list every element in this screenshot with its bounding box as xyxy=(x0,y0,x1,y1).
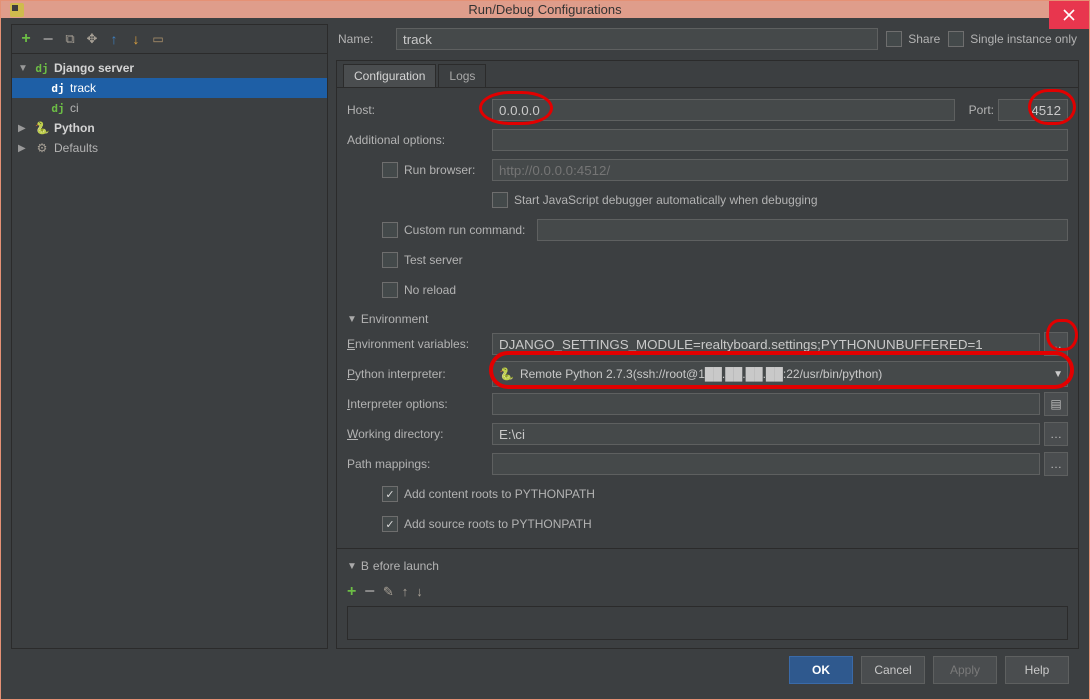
django-icon: dj xyxy=(50,80,66,96)
add-content-roots-checkbox[interactable]: ✓Add content roots to PYTHONPATH xyxy=(382,486,595,502)
tree-label: ci xyxy=(70,101,79,115)
run-debug-dialog: Run/Debug Configurations + − ⧉ ✥ ↑ ↓ ▭ xyxy=(0,0,1090,700)
interp-options-expand-button[interactable]: ▤ xyxy=(1044,392,1068,416)
gear-icon: ⚙ xyxy=(34,140,50,156)
before-launch-label: efore launch xyxy=(373,559,439,573)
env-vars-browse-button[interactable]: … xyxy=(1044,332,1068,356)
python-icon: 🐍 xyxy=(499,367,514,381)
before-launch-down-button[interactable]: ↓ xyxy=(416,584,423,599)
single-instance-checkbox[interactable]: Single instance only xyxy=(948,31,1077,47)
titlebar: Run/Debug Configurations xyxy=(1,1,1089,18)
django-icon: dj xyxy=(34,60,50,76)
custom-run-input xyxy=(537,219,1068,241)
port-input[interactable] xyxy=(998,99,1068,121)
additional-options-input[interactable] xyxy=(492,129,1068,151)
name-label: Name: xyxy=(338,32,388,46)
folder-button[interactable]: ▭ xyxy=(150,31,166,47)
tree-toolbar: + − ⧉ ✥ ↑ ↓ ▭ xyxy=(12,25,327,54)
python-icon: 🐍 xyxy=(34,120,50,136)
workdir-label: Working directory: xyxy=(347,427,492,441)
config-name-input[interactable] xyxy=(396,28,878,50)
chevron-right-icon: ▶ xyxy=(18,143,30,154)
tree-node-track[interactable]: dj track xyxy=(12,78,327,98)
env-vars-input[interactable] xyxy=(492,333,1040,355)
workdir-input[interactable] xyxy=(492,423,1040,445)
tab-logs[interactable]: Logs xyxy=(438,64,486,87)
copy-config-button[interactable]: ⧉ xyxy=(62,31,78,47)
help-button[interactable]: Help xyxy=(1005,656,1069,684)
custom-run-checkbox[interactable]: Custom run command: xyxy=(382,222,537,238)
before-launch-section[interactable]: ▼Before launch xyxy=(347,559,1068,573)
path-mappings-browse-button[interactable]: … xyxy=(1044,452,1068,476)
path-mappings-input[interactable] xyxy=(492,453,1040,475)
test-server-checkbox[interactable]: Test server xyxy=(382,252,463,268)
env-vars-label: Environment variables: xyxy=(347,337,492,351)
move-up-button[interactable]: ↑ xyxy=(106,31,122,47)
config-detail-panel: Name: Share Single instance only Configu… xyxy=(336,24,1079,649)
before-launch-remove-button[interactable]: − xyxy=(364,581,375,602)
tree-label: track xyxy=(70,81,96,95)
interpreter-value: Remote Python 2.7.3(ssh://root@1██.██.██… xyxy=(520,367,882,381)
run-browser-checkbox[interactable]: Run browser: xyxy=(382,162,492,178)
run-browser-url xyxy=(492,159,1068,181)
before-launch-add-button[interactable]: + xyxy=(347,583,356,601)
tree-label: Python xyxy=(54,121,95,135)
cancel-button[interactable]: Cancel xyxy=(861,656,925,684)
tree-node-defaults[interactable]: ▶ ⚙ Defaults xyxy=(12,138,327,158)
port-label: Port: xyxy=(969,103,994,117)
settings-button[interactable]: ✥ xyxy=(84,31,100,47)
host-input[interactable] xyxy=(492,99,955,121)
chevron-right-icon: ▶ xyxy=(18,123,30,134)
apply-button[interactable]: Apply xyxy=(933,656,997,684)
tree-label: Django server xyxy=(54,61,134,75)
tree-label: Defaults xyxy=(54,141,98,155)
add-source-roots-checkbox[interactable]: ✓Add source roots to PYTHONPATH xyxy=(382,516,592,532)
no-reload-checkbox[interactable]: No reload xyxy=(382,282,456,298)
before-launch-edit-button[interactable]: ✎ xyxy=(383,584,394,600)
before-launch-up-button[interactable]: ↑ xyxy=(402,584,409,599)
close-button[interactable] xyxy=(1049,1,1089,29)
move-down-button[interactable]: ↓ xyxy=(128,31,144,47)
workdir-browse-button[interactable]: … xyxy=(1044,422,1068,446)
share-checkbox[interactable]: Share xyxy=(886,31,940,47)
before-launch-list[interactable] xyxy=(347,606,1068,640)
path-mappings-label: Path mappings: xyxy=(347,457,492,471)
js-debugger-checkbox[interactable]: Start JavaScript debugger automatically … xyxy=(492,192,818,208)
tree-node-django-server[interactable]: ▼ dj Django server xyxy=(12,58,327,78)
tab-configuration[interactable]: Configuration xyxy=(343,64,436,87)
interpreter-label: Python interpreter: xyxy=(347,367,492,381)
django-icon: dj xyxy=(50,100,66,116)
ok-button[interactable]: OK xyxy=(789,656,853,684)
chevron-down-icon: ▼ xyxy=(1053,362,1063,386)
host-label: Host: xyxy=(347,103,492,117)
window-title: Run/Debug Configurations xyxy=(1,2,1089,17)
interp-options-input[interactable] xyxy=(492,393,1040,415)
remove-config-button[interactable]: − xyxy=(40,31,56,47)
chevron-down-icon: ▼ xyxy=(18,63,30,74)
config-tree[interactable]: ▼ dj Django server dj track dj ci xyxy=(12,54,327,648)
add-config-button[interactable]: + xyxy=(18,31,34,47)
tree-node-ci[interactable]: dj ci xyxy=(12,98,327,118)
configurations-tree-panel: + − ⧉ ✥ ↑ ↓ ▭ ▼ dj Django server xyxy=(11,24,328,649)
tree-node-python[interactable]: ▶ 🐍 Python xyxy=(12,118,327,138)
dialog-buttons: OK Cancel Apply Help xyxy=(11,649,1079,691)
environment-section[interactable]: ▼Environment xyxy=(347,312,1068,326)
interpreter-dropdown[interactable]: 🐍 Remote Python 2.7.3(ssh://root@1██.██.… xyxy=(492,361,1068,387)
additional-options-label: Additional options: xyxy=(347,133,492,147)
interp-options-label: Interpreter options: xyxy=(347,397,492,411)
